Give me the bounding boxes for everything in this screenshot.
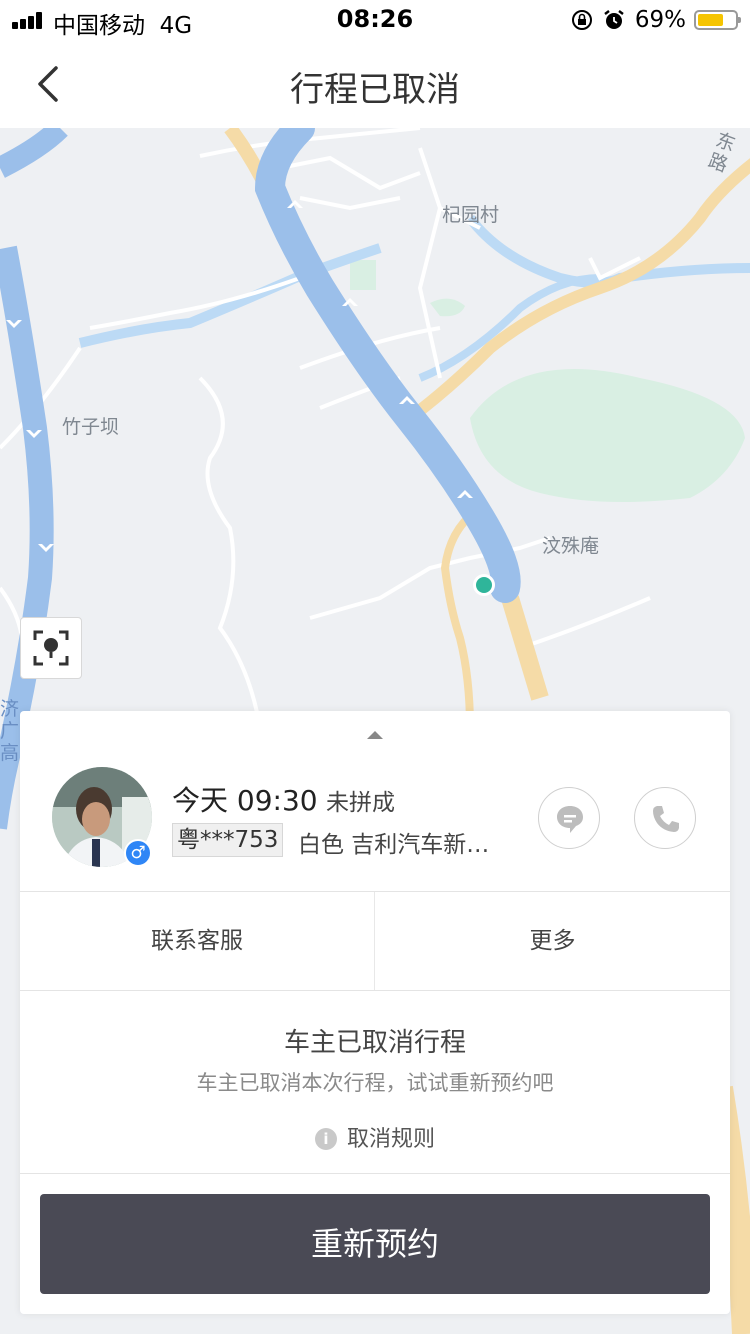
battery-percent: 69%: [634, 7, 686, 33]
info-icon: i: [314, 1128, 337, 1150]
trip-card: ♂ 今天 09:30 未拼成 粤***753 白色 吉利汽车新… 联系客服 更多…: [20, 711, 730, 1314]
page-title: 行程已取消: [290, 70, 460, 110]
call-button[interactable]: [634, 787, 696, 849]
car-info: 白色 吉利汽车新…: [298, 832, 490, 858]
rotation-lock-icon: [571, 10, 592, 30]
contact-service-button[interactable]: 联系客服: [20, 892, 375, 990]
gender-male-icon: ♂: [124, 839, 152, 867]
app-screen: 杞园村 竹子坝 汶殊庵 东路 济广高 中国移动 4G 08:26 69% 行程已…: [0, 0, 750, 1334]
status-bar: 中国移动 4G 08:26 69%: [0, 0, 750, 40]
locate-button[interactable]: [20, 617, 82, 679]
drag-handle-icon[interactable]: [367, 731, 383, 739]
license-plate: 粤***753: [172, 823, 284, 857]
rebook-button[interactable]: 重新预约: [40, 1194, 710, 1294]
cancellation-rules-label: 取消规则: [346, 1127, 435, 1152]
chat-bubble-icon: [557, 806, 583, 833]
phone-icon: [653, 806, 679, 832]
more-button[interactable]: 更多: [375, 892, 730, 990]
battery-fill: [698, 14, 723, 26]
trip-time: 今天 09:30: [172, 784, 318, 817]
cancellation-title: 车主已取消行程: [283, 1028, 466, 1058]
action-row: 联系客服 更多: [20, 891, 730, 991]
trip-status: 未拼成: [326, 790, 395, 816]
battery-icon: [694, 10, 741, 30]
divider: [20, 1173, 730, 1174]
status-right: 69%: [571, 6, 741, 34]
map-label-area: 竹子坝: [62, 416, 120, 438]
navigation-bar: 行程已取消: [0, 40, 750, 128]
map-label-village: 杞园村: [442, 204, 500, 226]
cancellation-rules-link[interactable]: i 取消规则: [20, 1121, 730, 1153]
alarm-icon: [604, 10, 624, 29]
message-button[interactable]: [538, 787, 600, 849]
map-label-temple: 汶殊庵: [542, 535, 600, 557]
locate-icon: [33, 630, 69, 666]
cancellation-description: 车主已取消本次行程，试试重新预约吧: [196, 1071, 554, 1095]
